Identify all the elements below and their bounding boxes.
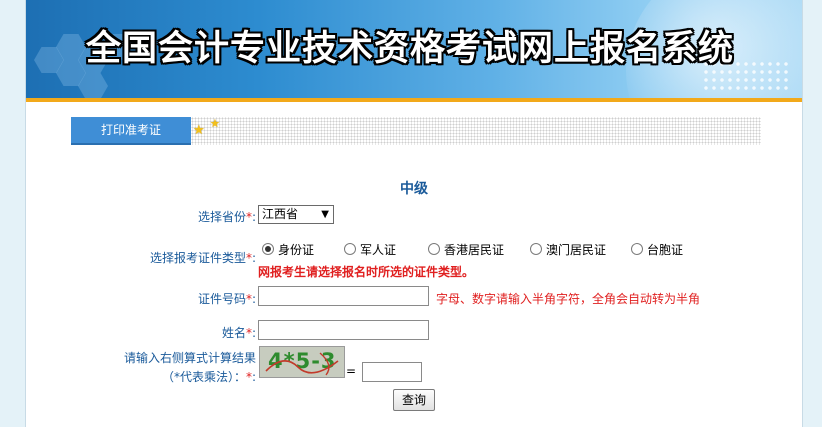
radio-taiwan-card[interactable]: 台胞证 bbox=[631, 241, 683, 258]
radio-button[interactable] bbox=[428, 243, 440, 255]
radio-military-card[interactable]: 军人证 bbox=[344, 241, 396, 258]
system-title: 全国会计专业技术资格考试网上报名系统 bbox=[86, 28, 735, 69]
province-select[interactable]: 江西省 ▼ bbox=[258, 205, 334, 224]
captcha-image[interactable]: 4*5-3 bbox=[259, 346, 345, 378]
id-number-hint: 字母、数字请输入半角字符，全角会自动转为半角 bbox=[436, 292, 701, 306]
star-icon: ★ bbox=[210, 117, 220, 130]
radio-button[interactable] bbox=[631, 243, 643, 255]
captcha-label-line1: 请输入右侧算式计算结果 bbox=[123, 351, 256, 365]
radio-macau-card[interactable]: 澳门居民证 bbox=[530, 241, 606, 258]
query-button[interactable]: 查询 bbox=[393, 389, 435, 411]
equals-sign: = bbox=[346, 364, 357, 378]
radio-button[interactable] bbox=[262, 243, 274, 255]
captcha-noise bbox=[265, 352, 339, 376]
province-label: 选择省份*: bbox=[197, 210, 256, 224]
name-label: 姓名*: bbox=[221, 326, 256, 340]
radio-id-card[interactable]: 身份证 bbox=[262, 241, 314, 258]
star-icon: ★ bbox=[193, 123, 205, 138]
tab-bar: 打印准考证 ★ ★ bbox=[71, 117, 761, 145]
tab-print-admission-ticket[interactable]: 打印准考证 bbox=[71, 117, 191, 145]
id-type-label: 选择报考证件类型*: bbox=[149, 251, 256, 265]
dropdown-arrow-icon: ▼ bbox=[321, 209, 329, 220]
id-type-hint: 网报考生请选择报名时所选的证件类型。 bbox=[258, 265, 475, 279]
exam-level-title: 中级 bbox=[400, 181, 428, 197]
page-frame: 全国会计专业技术资格考试网上报名系统 打印准考证 ★ ★ 中级 选择省份*: 江… bbox=[25, 0, 803, 427]
captcha-label-line2: （*代表乘法）：*: bbox=[161, 370, 256, 384]
name-input[interactable] bbox=[258, 320, 429, 340]
captcha-answer-input[interactable] bbox=[362, 362, 422, 382]
header-banner: 全国会计专业技术资格考试网上报名系统 bbox=[26, 0, 802, 98]
id-number-input[interactable] bbox=[258, 286, 429, 306]
header-accent-bar bbox=[26, 98, 802, 102]
radio-button[interactable] bbox=[344, 243, 356, 255]
id-number-label: 证件号码*: bbox=[197, 292, 256, 306]
radio-hongkong-card[interactable]: 香港居民证 bbox=[428, 241, 504, 258]
radio-button[interactable] bbox=[530, 243, 542, 255]
